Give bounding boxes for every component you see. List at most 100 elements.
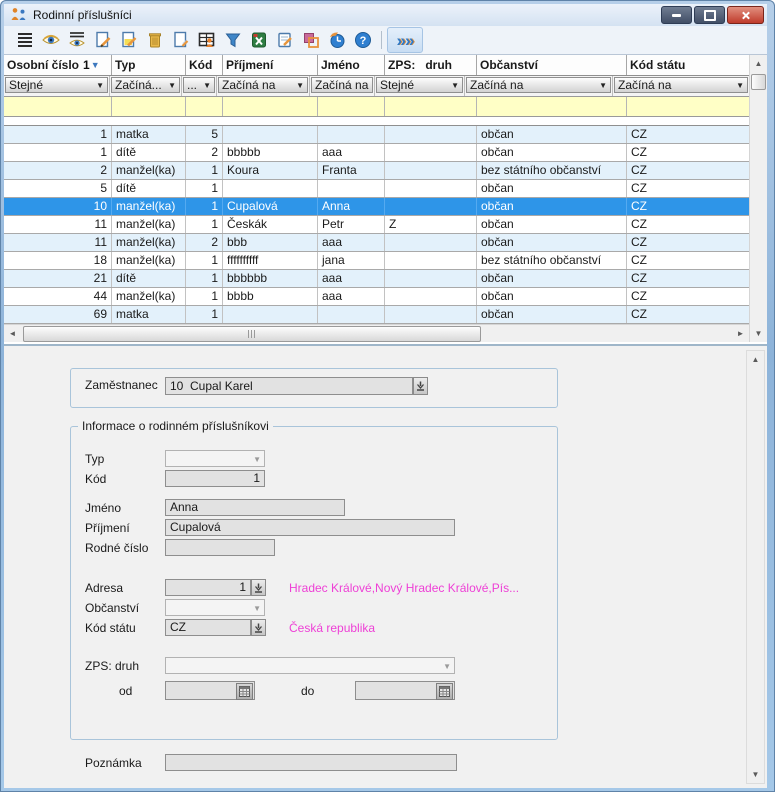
grid-cell[interactable]: 1 xyxy=(186,306,223,323)
grid-cell[interactable]: 1 xyxy=(4,144,112,161)
grid-cell[interactable]: Českák xyxy=(223,216,318,233)
notes-icon[interactable] xyxy=(272,28,298,52)
column-header[interactable]: Kód státu xyxy=(627,55,749,75)
refresh-clock-icon[interactable] xyxy=(324,28,350,52)
grid-cell[interactable]: bbb xyxy=(223,234,318,251)
grid-cell[interactable]: 44 xyxy=(4,288,112,305)
column-header[interactable]: Příjmení xyxy=(223,55,318,75)
grid-cell[interactable] xyxy=(223,126,318,143)
filter-input[interactable] xyxy=(223,97,318,116)
filter-input[interactable] xyxy=(627,97,749,116)
horizontal-scroll-track[interactable] xyxy=(21,325,732,342)
grid-cell[interactable]: CZ xyxy=(627,198,749,215)
grid-cell[interactable]: Petr xyxy=(318,216,385,233)
close-button[interactable] xyxy=(727,6,764,24)
prijmeni-field[interactable]: Cupalová xyxy=(165,519,455,536)
menu-lines-icon[interactable] xyxy=(12,28,38,52)
filter-input[interactable] xyxy=(385,97,477,116)
od-date-field[interactable] xyxy=(165,681,255,700)
grid-cell[interactable]: občan xyxy=(477,270,627,287)
filter-dropdown[interactable]: Začíná na▼ xyxy=(218,77,308,93)
grid-cell[interactable] xyxy=(385,270,477,287)
grid-cell[interactable]: občan xyxy=(477,306,627,323)
grid-cell[interactable]: občan xyxy=(477,144,627,161)
scroll-right-icon[interactable]: ► xyxy=(732,325,749,342)
grid-cell[interactable]: manžel(ka) xyxy=(112,252,186,269)
grid-cell[interactable]: aaa xyxy=(318,270,385,287)
grid-cell[interactable]: občan xyxy=(477,198,627,215)
scroll-up-icon[interactable]: ▲ xyxy=(747,351,764,368)
filter-dropdown[interactable]: Začíná...▼ xyxy=(111,77,180,93)
panel-scrollbar[interactable]: ▲ ▼ xyxy=(746,350,765,784)
filter-input[interactable] xyxy=(318,97,385,116)
grid-cell[interactable]: manžel(ka) xyxy=(112,234,186,251)
kod-statu-lookup-button[interactable] xyxy=(251,619,266,636)
grid-cell[interactable]: 2 xyxy=(4,162,112,179)
kod-statu-field[interactable]: CZ xyxy=(165,619,251,636)
poznamka-field[interactable] xyxy=(165,754,457,771)
scroll-left-icon[interactable]: ◄ xyxy=(4,325,21,342)
grid-cell[interactable]: 1 xyxy=(186,216,223,233)
preview-eye-icon[interactable] xyxy=(38,28,64,52)
column-header[interactable]: Kód xyxy=(186,55,223,75)
scroll-down-icon[interactable]: ▼ xyxy=(747,766,764,783)
grid-cell[interactable]: bbbb xyxy=(223,288,318,305)
table-row[interactable]: 69matka1občanCZ xyxy=(4,306,749,324)
cascade-windows-icon[interactable] xyxy=(298,28,324,52)
column-header[interactable]: Typ xyxy=(112,55,186,75)
grid-cell[interactable]: Franta xyxy=(318,162,385,179)
filter-dropdown[interactable]: Začíná na▼ xyxy=(466,77,611,93)
grid-cell[interactable]: Cupalová xyxy=(223,198,318,215)
maximize-button[interactable] xyxy=(694,6,725,24)
table-row[interactable]: 5dítě1občanCZ xyxy=(4,180,749,198)
grid-cell[interactable]: občan xyxy=(477,126,627,143)
summary-eye-icon[interactable] xyxy=(64,28,90,52)
grid-cell[interactable]: 1 xyxy=(186,252,223,269)
grid-cell[interactable]: CZ xyxy=(627,144,749,161)
vertical-scroll-thumb[interactable] xyxy=(751,74,766,90)
column-header[interactable]: Jméno xyxy=(318,55,385,75)
grid-cell[interactable]: manžel(ka) xyxy=(112,288,186,305)
grid-cell[interactable]: CZ xyxy=(627,288,749,305)
grid-cell[interactable] xyxy=(385,126,477,143)
scroll-up-icon[interactable]: ▲ xyxy=(750,55,767,72)
rodne-cislo-field[interactable] xyxy=(165,539,275,556)
grid-cell[interactable]: 2 xyxy=(186,144,223,161)
scroll-down-icon[interactable]: ▼ xyxy=(750,325,767,342)
grid-cell[interactable]: 10 xyxy=(4,198,112,215)
grid-cell[interactable] xyxy=(223,306,318,323)
table-row[interactable]: 21dítě1bbbbbbaaaobčanCZ xyxy=(4,270,749,288)
grid-cell[interactable]: 1 xyxy=(186,288,223,305)
grid-cell[interactable] xyxy=(385,234,477,251)
od-calendar-button[interactable] xyxy=(236,683,253,700)
grid-cell[interactable]: 5 xyxy=(186,126,223,143)
column-header[interactable]: Osobní číslo1▼ xyxy=(4,55,112,75)
delete-record-icon[interactable] xyxy=(142,28,168,52)
grid-cell[interactable]: 1 xyxy=(186,180,223,197)
excel-export-icon[interactable] xyxy=(246,28,272,52)
grid-cell[interactable] xyxy=(385,252,477,269)
grid-cell[interactable]: 2 xyxy=(186,234,223,251)
table-row[interactable]: 11manžel(ka)1ČeskákPetrZobčanCZ xyxy=(4,216,749,234)
grid-cell[interactable]: CZ xyxy=(627,180,749,197)
grid-cell[interactable] xyxy=(385,180,477,197)
grid-cell[interactable] xyxy=(385,198,477,215)
filter-input[interactable] xyxy=(112,97,186,116)
grid-cell[interactable]: 1 xyxy=(186,270,223,287)
filter-dropdown[interactable]: Stejné▼ xyxy=(376,77,463,93)
grid-cell[interactable]: CZ xyxy=(627,270,749,287)
horizontal-scroll-thumb[interactable] xyxy=(23,326,481,342)
grid-cell[interactable]: bez státního občanství xyxy=(477,252,627,269)
grid-cell[interactable]: občan xyxy=(477,180,627,197)
vertical-scroll-track[interactable] xyxy=(750,72,767,325)
column-header[interactable]: ZPS: druh xyxy=(385,55,477,75)
grid-cell[interactable]: 11 xyxy=(4,234,112,251)
filter-input[interactable] xyxy=(186,97,223,116)
grid-cell[interactable]: 11 xyxy=(4,216,112,233)
grid-cell[interactable]: dítě xyxy=(112,270,186,287)
table-row[interactable]: 44manžel(ka)1bbbbaaaobčanCZ xyxy=(4,288,749,306)
obcanstvi-dropdown[interactable]: ▼ xyxy=(165,599,265,616)
table-row[interactable]: 11manžel(ka)2bbbaaaobčanCZ xyxy=(4,234,749,252)
grid-cell[interactable]: CZ xyxy=(627,162,749,179)
grid-cell[interactable]: jana xyxy=(318,252,385,269)
